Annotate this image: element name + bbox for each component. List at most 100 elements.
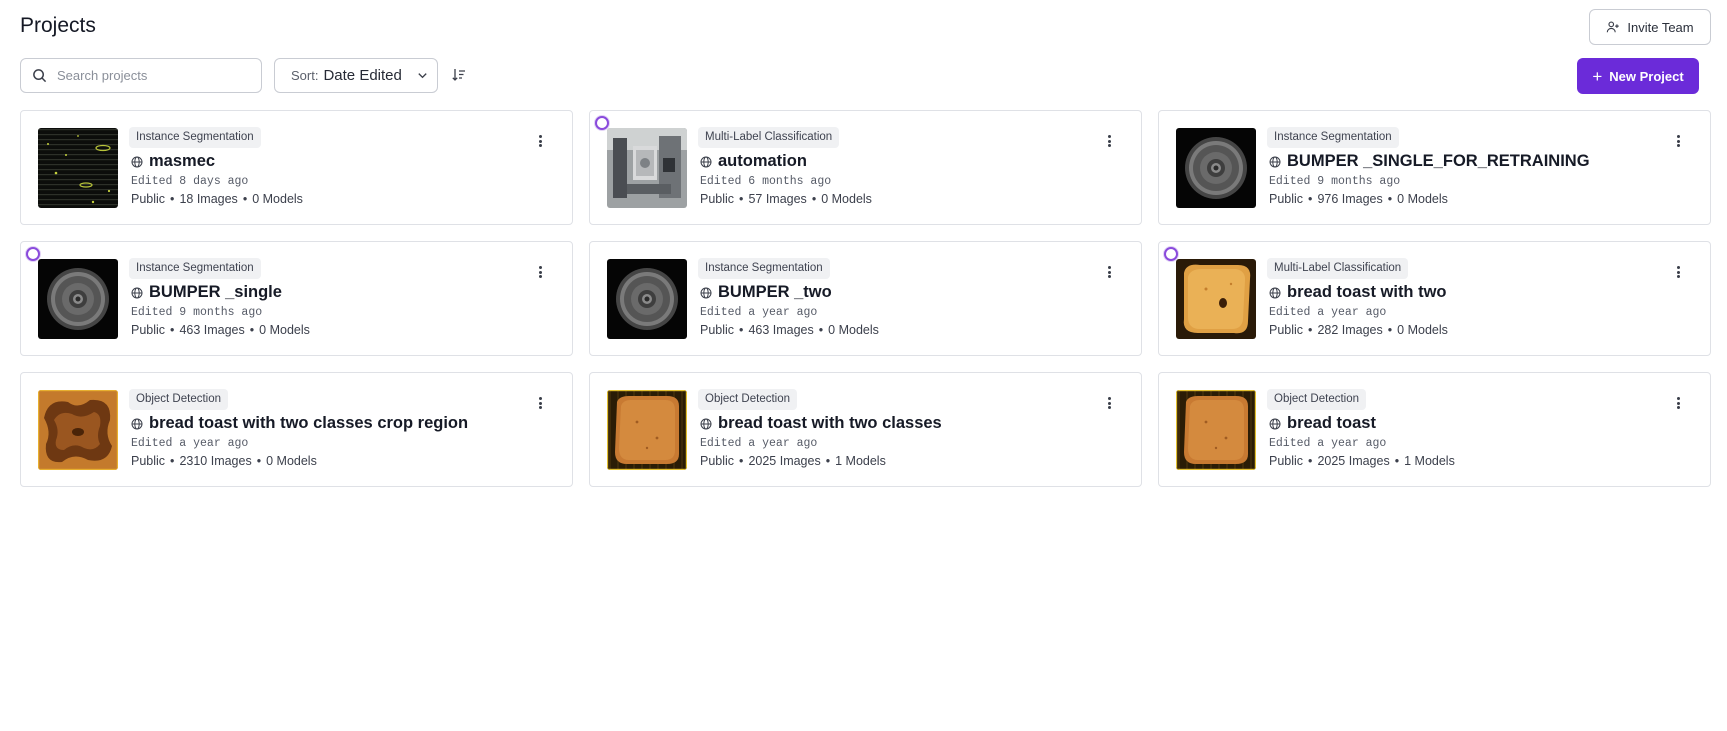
project-thumbnail[interactable] [607, 259, 687, 339]
project-card[interactable]: Object Detection bread toast with two cl… [589, 372, 1142, 487]
project-image-count: 2025 Images [748, 454, 821, 468]
separator-dot: • [739, 323, 744, 337]
search-input[interactable] [57, 68, 247, 83]
project-name[interactable]: bread toast [1287, 414, 1376, 433]
new-project-button[interactable]: + New Project [1577, 58, 1699, 94]
project-meta: Public • 18 Images • 0 Models [131, 192, 303, 206]
project-edited: Edited 9 months ago [131, 306, 263, 319]
project-edited: Edited a year ago [1269, 306, 1387, 319]
project-card[interactable]: Object Detection bread toast with two cl… [20, 372, 573, 487]
project-image-count: 2025 Images [1317, 454, 1390, 468]
more-options-icon[interactable] [536, 264, 544, 280]
project-model-count: 1 Models [1404, 454, 1455, 468]
project-name[interactable]: BUMPER _two [718, 283, 832, 302]
separator-dot: • [249, 323, 255, 337]
separator-dot: • [170, 323, 175, 337]
project-card[interactable]: Instance Segmentation BUMPER _SINGLE_FOR… [1158, 110, 1711, 225]
project-visibility: Public [131, 454, 166, 468]
separator-dot: • [1308, 323, 1313, 337]
globe-icon [700, 156, 712, 167]
search-box[interactable] [20, 58, 262, 93]
sort-dropdown[interactable]: Sort: Date Edited [274, 58, 438, 93]
selection-ring-icon [595, 116, 609, 130]
sort-value: Date Edited [323, 67, 402, 84]
project-name[interactable]: masmec [149, 152, 215, 171]
more-options-icon[interactable] [1674, 264, 1682, 280]
project-name-row: bread toast [1269, 414, 1376, 433]
new-project-label: New Project [1609, 68, 1684, 84]
project-card[interactable]: Instance Segmentation masmec Edited 8 da… [20, 110, 573, 225]
more-options-icon[interactable] [1105, 264, 1113, 280]
plus-icon: + [1592, 66, 1603, 86]
project-image-count: 2310 Images [179, 454, 252, 468]
project-thumbnail[interactable] [38, 259, 118, 339]
project-thumbnail[interactable] [38, 128, 118, 208]
project-name[interactable]: bread toast with two classes crop region [149, 414, 468, 433]
invite-team-button[interactable]: Invite Team [1589, 9, 1711, 45]
project-type-badge: Object Detection [698, 389, 798, 410]
project-edited: Edited 8 days ago [131, 175, 249, 188]
project-name-row: BUMPER _two [700, 283, 832, 302]
globe-icon [131, 156, 143, 167]
project-edited: Edited a year ago [700, 306, 818, 319]
add-user-icon [1607, 21, 1620, 33]
project-name[interactable]: BUMPER _SINGLE_FOR_RETRAINING [1287, 152, 1590, 171]
search-icon [33, 69, 47, 83]
project-type-badge: Instance Segmentation [1267, 127, 1399, 148]
project-thumbnail[interactable] [1176, 259, 1256, 339]
project-name[interactable]: BUMPER _single [149, 283, 282, 302]
project-name[interactable]: bread toast with two classes [718, 414, 942, 433]
more-options-icon[interactable] [1674, 395, 1682, 411]
separator-dot: • [739, 192, 744, 206]
project-name[interactable]: automation [718, 152, 807, 171]
project-card[interactable]: Object Detection bread toast Edited a ye… [1158, 372, 1711, 487]
project-name[interactable]: bread toast with two [1287, 283, 1447, 302]
project-meta: Public • 2310 Images • 0 Models [131, 454, 317, 468]
project-visibility: Public [131, 192, 166, 206]
project-thumbnail[interactable] [607, 390, 687, 470]
project-card[interactable]: Multi-Label Classification bread toast w… [1158, 241, 1711, 356]
project-model-count: 0 Models [1397, 323, 1448, 337]
separator-dot: • [825, 454, 831, 468]
project-thumbnail[interactable] [1176, 390, 1256, 470]
project-name-row: bread toast with two classes [700, 414, 942, 433]
project-meta: Public • 57 Images • 0 Models [700, 192, 872, 206]
project-model-count: 0 Models [252, 192, 303, 206]
page-title: Projects [20, 14, 96, 37]
project-image-count: 976 Images [1317, 192, 1383, 206]
project-thumbnail[interactable] [1176, 128, 1256, 208]
separator-dot: • [170, 192, 175, 206]
more-options-icon[interactable] [1105, 395, 1113, 411]
project-image-count: 18 Images [179, 192, 238, 206]
project-thumbnail[interactable] [38, 390, 118, 470]
project-image-count: 57 Images [748, 192, 807, 206]
selection-ring-icon [26, 247, 40, 261]
globe-icon [1269, 287, 1281, 298]
project-card[interactable]: Instance Segmentation BUMPER _single Edi… [20, 241, 573, 356]
sort-order-toggle[interactable] [450, 66, 468, 84]
project-card[interactable]: Multi-Label Classification automation Ed… [589, 110, 1142, 225]
project-type-badge: Instance Segmentation [129, 258, 261, 279]
more-options-icon[interactable] [536, 395, 544, 411]
project-name-row: bread toast with two [1269, 283, 1447, 302]
sort-label: Sort: [291, 68, 319, 83]
project-visibility: Public [1269, 323, 1304, 337]
separator-dot: • [256, 454, 262, 468]
more-options-icon[interactable] [1674, 133, 1682, 149]
project-card[interactable]: Instance Segmentation BUMPER _two Edited… [589, 241, 1142, 356]
project-type-badge: Object Detection [1267, 389, 1367, 410]
globe-icon [1269, 156, 1281, 167]
globe-icon [700, 418, 712, 429]
separator-dot: • [1387, 192, 1393, 206]
project-meta: Public • 463 Images • 0 Models [131, 323, 310, 337]
separator-dot: • [811, 192, 817, 206]
separator-dot: • [818, 323, 824, 337]
project-edited: Edited 6 months ago [700, 175, 832, 188]
project-meta: Public • 2025 Images • 1 Models [1269, 454, 1455, 468]
project-type-badge: Multi-Label Classification [698, 127, 840, 148]
separator-dot: • [1387, 323, 1393, 337]
invite-team-label: Invite Team [1627, 19, 1694, 35]
more-options-icon[interactable] [536, 133, 544, 149]
more-options-icon[interactable] [1105, 133, 1113, 149]
project-thumbnail[interactable] [607, 128, 687, 208]
